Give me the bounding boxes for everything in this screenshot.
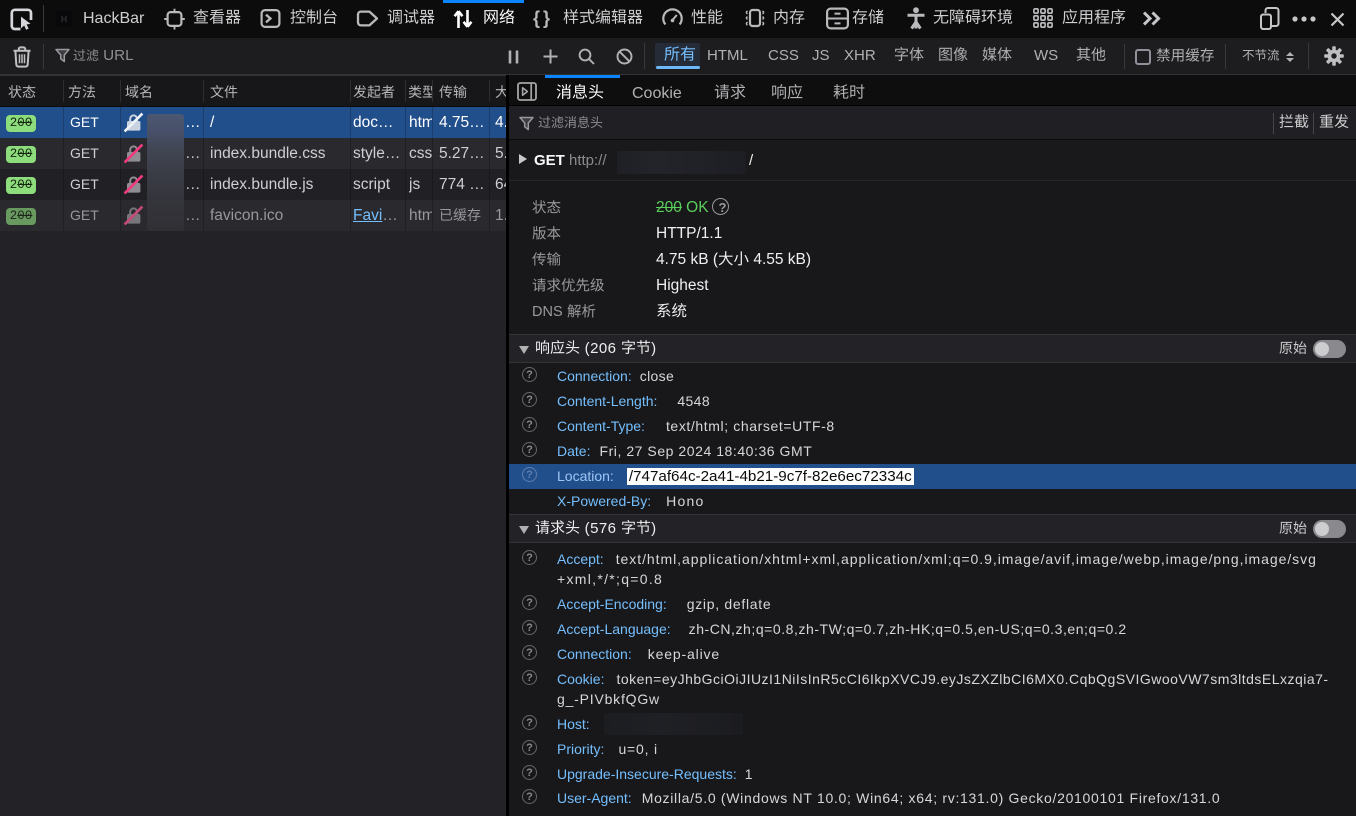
svg-text:H: H: [61, 15, 68, 25]
